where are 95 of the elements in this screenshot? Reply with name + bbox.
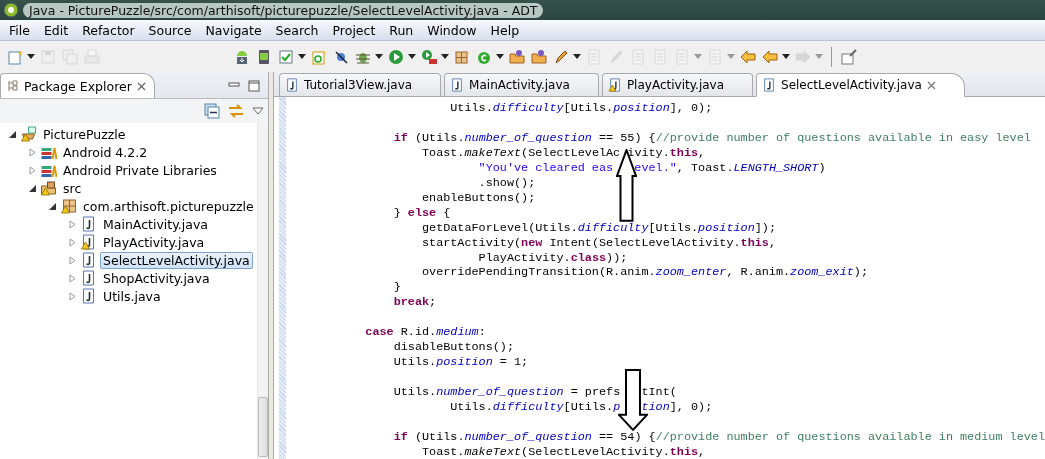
code-line: if (Utils.number_of_question == 54) {//provide number of questions available in medium level	[392, 429, 1045, 445]
printer-icon	[84, 48, 100, 65]
expand-arrow-icon[interactable]	[68, 291, 77, 301]
code-line: if (Utils.number_of_question == 55) {//provide number of questions available in easy level	[392, 130, 1032, 146]
expand-arrow-icon[interactable]	[68, 219, 77, 229]
expand-arrow-icon[interactable]	[68, 255, 77, 265]
maximize-icon[interactable]	[248, 80, 260, 92]
dropdown-caret-icon	[573, 54, 581, 59]
code-line: Utils.position = 1;	[392, 355, 530, 371]
tree-item[interactable]: PlayActivity.java	[100, 233, 208, 251]
link-arrows-icon[interactable]	[228, 103, 244, 119]
back-arrow-icon	[740, 48, 756, 65]
window-title: Java - PicturePuzzle/src/com/arthisoft/picturepuzzle/SelectLevelActivity.java - ADT	[23, 2, 544, 18]
dropdown-caret-icon	[441, 54, 449, 59]
tree-item[interactable]: ShopActivity.java	[100, 269, 213, 287]
device-icon	[256, 48, 272, 65]
pen-icon	[608, 48, 624, 65]
pin-window-icon	[841, 48, 857, 65]
tree-item[interactable]: Android 4.2.2	[60, 143, 151, 161]
code-line: enableButtons();	[420, 190, 537, 206]
code-line: Utils.difficulty[Utils.position], 0);	[449, 101, 714, 116]
menu-item[interactable]: Edit	[36, 22, 76, 38]
dropdown-caret-icon	[694, 54, 702, 59]
code-line: getDataForLevel(Utils.difficulty[Utils.position]);	[420, 220, 777, 236]
code-line: Utils.difficulty[Utils.p tion], 0);	[449, 400, 714, 415]
code-line: } else {	[392, 205, 452, 221]
editor-tab[interactable]: SelectLevelActivity.java	[756, 73, 965, 97]
dropdown-caret-icon	[727, 54, 735, 59]
close-icon[interactable]	[136, 81, 146, 91]
collapse-all-icon[interactable]	[204, 103, 220, 119]
expand-arrow-icon[interactable]	[68, 273, 77, 283]
code-line: Utils.number_of_question = prefs tInt(	[392, 385, 678, 401]
code-line: "You've cleared eas evel.", Toast.LENGTH_SHORT)	[477, 160, 827, 176]
editor-tab[interactable]: Tutorial3View.java	[279, 73, 442, 96]
dropdown-caret-icon	[408, 54, 416, 59]
expand-arrow-icon[interactable]	[68, 237, 77, 247]
new-file-icon	[7, 48, 23, 65]
menu-item[interactable]: Project	[325, 22, 383, 38]
scrollbar[interactable]	[256, 123, 268, 459]
run-icon	[388, 48, 404, 65]
tree-item[interactable]: PicturePuzzle	[40, 125, 129, 143]
code-line: startActivity(new Intent(SelectLevelActivity.this,	[420, 235, 777, 251]
forward-arrow-icon	[795, 48, 811, 65]
dropdown-caret-icon	[782, 54, 790, 59]
editor-tab[interactable]: MainActivity.java	[444, 73, 599, 96]
back-arrow-icon	[762, 48, 778, 65]
menu-item[interactable]: Help	[483, 22, 527, 38]
tree-item[interactable]: MainActivity.java	[100, 215, 211, 233]
view-tab[interactable]: Package Explorer	[0, 73, 155, 98]
new-package-icon	[454, 48, 470, 65]
tree-item[interactable]: com.arthisoft.picturepuzzle	[80, 197, 257, 215]
dropdown-caret-icon	[496, 54, 504, 59]
view-menu-icon[interactable]	[252, 107, 264, 115]
menu-item[interactable]: Navigate	[198, 22, 269, 38]
collapse-arrow-icon[interactable]	[8, 129, 17, 139]
editor-tab[interactable]: PlayActivity.java	[601, 73, 754, 96]
close-icon[interactable]	[926, 80, 936, 90]
menu-item[interactable]: File	[2, 22, 37, 38]
collapse-arrow-icon[interactable]	[28, 183, 37, 193]
collapse-arrow-icon[interactable]	[48, 201, 57, 211]
view-title: Package Explorer	[24, 78, 132, 94]
code-line: Toast.makeText(SelectLevelAc ivity.this,	[420, 145, 707, 161]
menu-item[interactable]: Run	[382, 22, 421, 38]
code-line: case R.id.medium:	[364, 325, 487, 341]
folder-icon	[509, 48, 525, 65]
folder-icon	[531, 48, 547, 65]
code-line: Toast.makeText(SelectLevelActivity.this,	[420, 444, 707, 459]
new-class-icon	[311, 48, 327, 65]
menu-item[interactable]: Search	[268, 22, 326, 38]
dropdown-caret-icon	[27, 54, 35, 59]
menu-item[interactable]: Refactor	[75, 22, 142, 38]
dropdown-caret-icon	[375, 54, 383, 59]
dropdown-caret-icon	[815, 54, 823, 59]
expand-arrow-icon[interactable]	[28, 165, 37, 175]
tree-item[interactable]: SelectLevelActivity.java	[100, 251, 253, 269]
app-logo-icon	[3, 2, 19, 18]
crossed-out-icon	[333, 48, 349, 65]
android-download-icon	[234, 48, 250, 65]
dropdown-caret-icon	[298, 54, 306, 59]
tree-item[interactable]: Android Private Libraries	[60, 161, 220, 179]
code-line: .show();	[477, 175, 537, 191]
tree-item[interactable]: src	[60, 179, 85, 197]
code-line: disableButtons();	[392, 340, 515, 356]
code-line: overridePendingTransition(R.anim.zoom_enter, R.anim.zoom_exit);	[420, 265, 869, 281]
code-line: PlayActivity.class));	[477, 250, 629, 266]
expand-arrow-icon[interactable]	[28, 147, 37, 157]
package-explorer-icon	[7, 80, 19, 92]
menu-item[interactable]: Source	[141, 22, 199, 38]
code-line: break;	[392, 295, 438, 311]
run-tools-icon	[421, 48, 437, 65]
menu-item[interactable]: Window	[420, 22, 484, 38]
checkbox-icon	[278, 48, 294, 65]
code-line: }	[392, 280, 402, 296]
pen-icon	[553, 48, 569, 65]
tree-item[interactable]: Utils.java	[100, 287, 164, 305]
